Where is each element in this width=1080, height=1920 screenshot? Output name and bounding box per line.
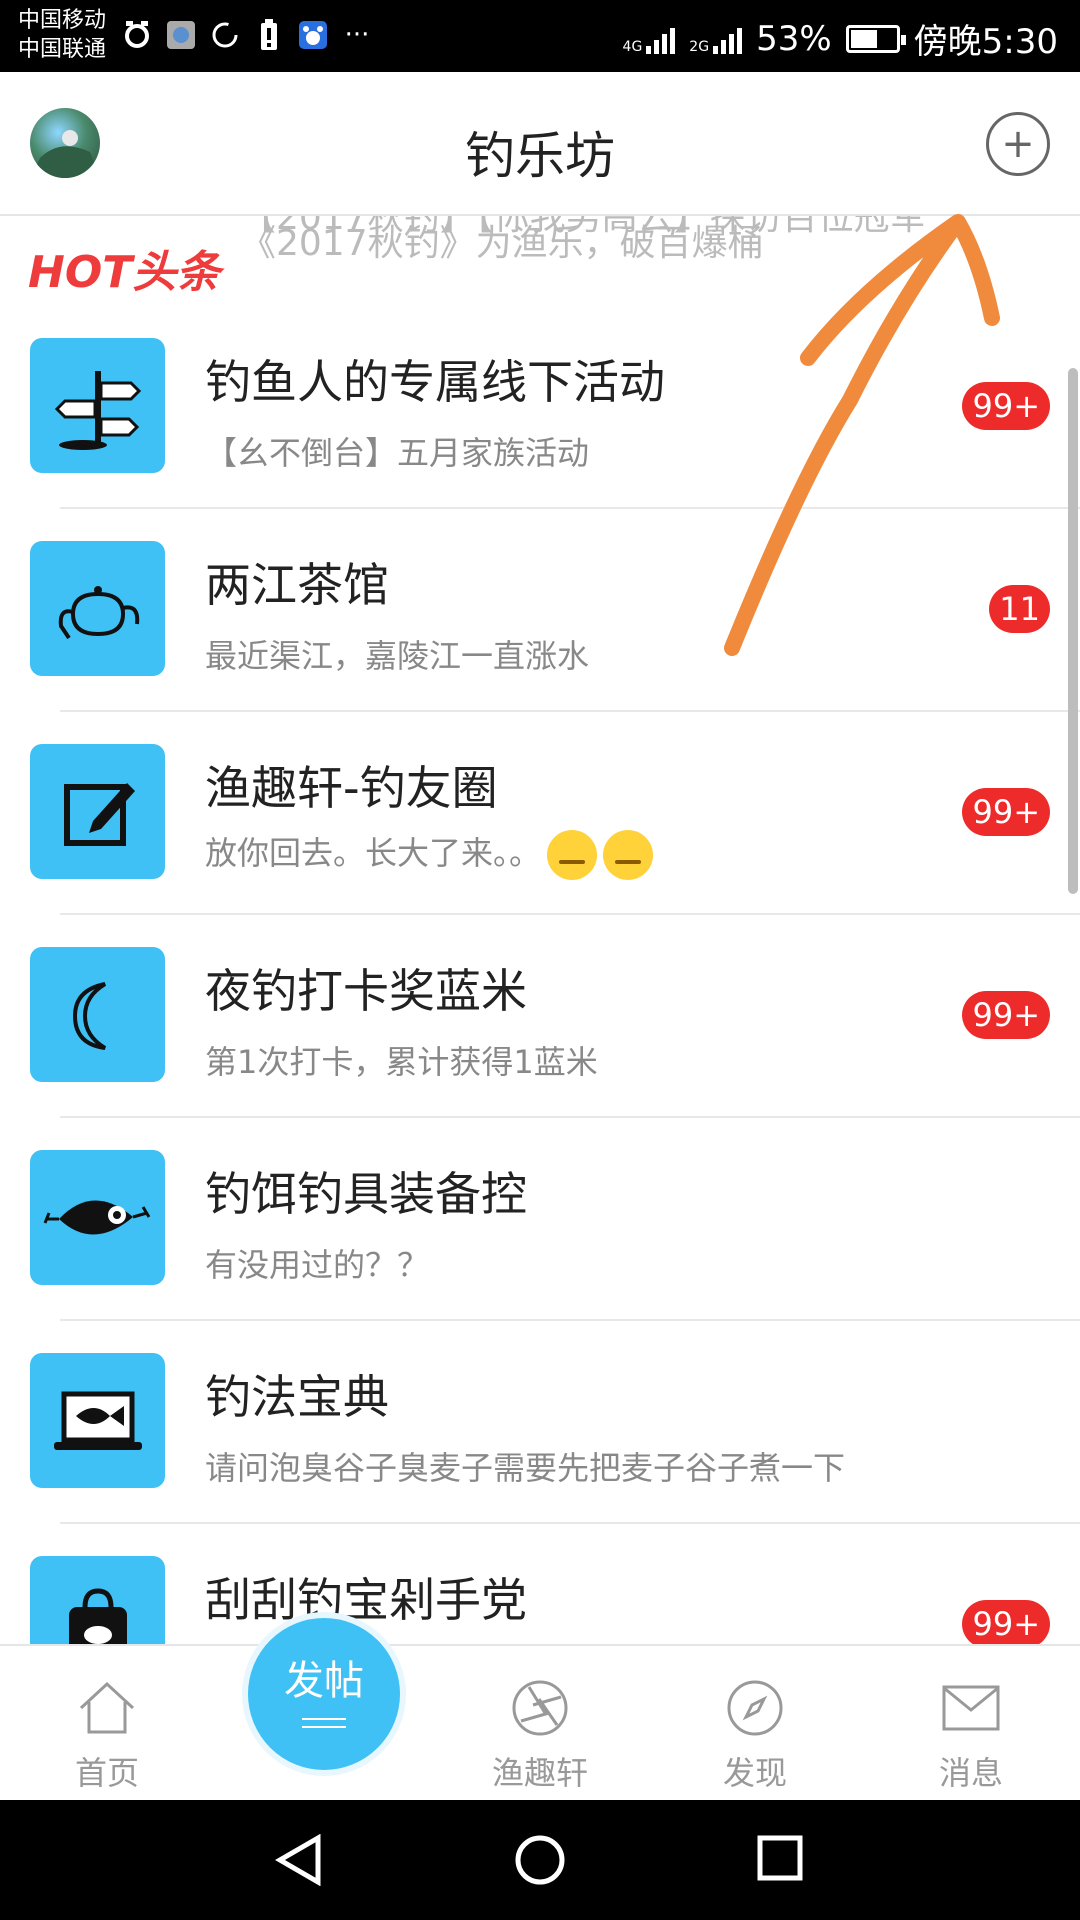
unread-badge: 99+ <box>962 1600 1050 1644</box>
network-2-label: 2G <box>689 38 710 55</box>
item-subtitle: 放你回去。长大了来。。 <box>205 828 654 880</box>
baidu-icon <box>298 18 328 52</box>
post-button[interactable]: 发帖 <box>242 1612 406 1776</box>
signal-bars-2-icon <box>713 24 743 54</box>
headline-ticker[interactable]: 【2017秋钓】【你我男高云】探访百位冠军 《2017秋钓》为渔乐，破百爆桶 <box>240 216 1080 268</box>
tab-messages-label: 消息 <box>938 1754 1003 1792</box>
mail-icon <box>906 1676 1036 1740</box>
carrier-1: 中国移动 <box>18 8 107 33</box>
list-item[interactable]: 刮刮钓宝剁手党 99+ <box>30 1524 1080 1644</box>
carrier-2: 中国联通 <box>18 37 107 62</box>
sync-icon <box>210 18 240 52</box>
alarm-icon <box>122 18 152 52</box>
teapot-icon <box>30 541 165 676</box>
tab-yuquxuan[interactable]: 渔趣轩 <box>475 1676 605 1794</box>
aperture-icon <box>475 1676 605 1740</box>
unread-badge: 99+ <box>962 382 1050 430</box>
carrier-names: 中国移动 中国联通 <box>18 6 106 64</box>
laptop-fish-icon <box>30 1353 165 1488</box>
item-subtitle: 最近渠江，嘉陵江一直涨水 <box>205 637 590 675</box>
edit-icon <box>30 744 165 879</box>
menu-lines-icon <box>302 1718 346 1720</box>
status-bar: 中国移动 中国联通 ··· 4G 2G 53% 傍晚5:30 <box>0 0 1080 72</box>
bag-icon <box>30 1556 165 1644</box>
list-item[interactable]: 钓法宝典 请问泡臭谷子臭麦子需要先把麦子谷子煮一下 <box>30 1321 1080 1524</box>
battery-alert-icon <box>254 18 284 52</box>
network-1-label: 4G <box>622 38 643 55</box>
list-item[interactable]: 夜钓打卡奖蓝米 第1次打卡，累计获得1蓝米 99+ <box>30 915 1080 1118</box>
unread-badge: 99+ <box>962 991 1050 1039</box>
scrollbar[interactable] <box>1068 368 1078 894</box>
status-right: 4G 2G 53% 傍晚5:30 <box>623 14 1058 63</box>
compass-icon <box>690 1676 820 1740</box>
app-notification-icon <box>166 18 196 52</box>
tab-discover-label: 发现 <box>722 1754 787 1792</box>
hot-logo: HOT头条 <box>28 247 221 298</box>
list-item[interactable]: 渔趣轩-钓友圈 放你回去。长大了来。。 99+ <box>30 712 1080 915</box>
list-item[interactable]: 钓饵钓具装备控 有没用过的？？ <box>30 1118 1080 1321</box>
battery-percent: 53% <box>756 18 832 59</box>
clock: 傍晚5:30 <box>913 22 1058 62</box>
home-icon <box>42 1676 172 1740</box>
signpost-icon <box>30 338 165 473</box>
smirk-emoji-icon <box>603 830 654 880</box>
signal-1: 4G <box>623 24 676 54</box>
tab-home[interactable]: 首页 <box>42 1676 172 1794</box>
plus-circle-icon: + <box>1001 121 1035 167</box>
item-title: 两江茶馆 <box>205 558 389 612</box>
home-circle-icon[interactable] <box>514 1834 566 1886</box>
menu-lines-icon-line <box>302 1726 346 1728</box>
signal-2: 2G <box>689 24 743 55</box>
back-icon[interactable] <box>274 1834 324 1886</box>
add-button[interactable]: + <box>986 112 1050 176</box>
battery-icon <box>845 24 906 53</box>
post-button-label: 发帖 <box>284 1658 364 1704</box>
lure-icon <box>30 1150 165 1285</box>
page-title: 钓乐坊 <box>465 127 615 185</box>
headline-2[interactable]: 《2017秋钓》为渔乐，破百爆桶 <box>240 220 1080 268</box>
unread-badge: 11 <box>989 585 1050 633</box>
item-subtitle: 【幺不倒台】五月家族活动 <box>205 434 590 472</box>
item-title: 渔趣轩-钓友圈 <box>205 761 498 815</box>
tab-home-label: 首页 <box>74 1754 139 1792</box>
item-subtitle: 有没用过的？？ <box>205 1246 430 1284</box>
hot-headlines[interactable]: HOT头条 【2017秋钓】【你我男高云】探访百位冠军 《2017秋钓》为渔乐，… <box>0 216 1080 306</box>
unread-badge: 99+ <box>962 788 1050 836</box>
item-title: 钓法宝典 <box>205 1370 389 1424</box>
list-item[interactable]: 钓鱼人的专属线下活动 【幺不倒台】五月家族活动 99+ <box>30 306 1080 509</box>
item-subtitle-text: 放你回去。长大了来。。 <box>205 834 542 872</box>
bottom-tab-bar: 首页 渔趣轩 发现 消息 <box>0 1644 1080 1800</box>
item-subtitle: 第1次打卡，累计获得1蓝米 <box>205 1043 598 1081</box>
app-header: 钓乐坊 + <box>0 72 1080 216</box>
notification-icons: ··· <box>122 18 372 52</box>
list-item[interactable]: 两江茶馆 最近渠江，嘉陵江一直涨水 11 <box>30 509 1080 712</box>
item-title: 夜钓打卡奖蓝米 <box>205 964 527 1018</box>
recents-icon[interactable] <box>756 1834 804 1882</box>
moon-icon <box>30 947 165 1082</box>
system-nav-bar <box>0 1800 1080 1920</box>
forum-list: 钓鱼人的专属线下活动 【幺不倒台】五月家族活动 99+ 两江茶馆 最近渠江，嘉陵… <box>0 306 1080 1644</box>
tab-discover[interactable]: 发现 <box>690 1676 820 1794</box>
signal-bars-1-icon <box>646 24 676 54</box>
tab-yuquxuan-label: 渔趣轩 <box>491 1754 588 1792</box>
more-notifications-icon: ··· <box>344 20 370 50</box>
item-title: 刮刮钓宝剁手党 <box>205 1573 527 1627</box>
smirk-emoji-icon <box>547 830 598 880</box>
item-subtitle: 请问泡臭谷子臭麦子需要先把麦子谷子煮一下 <box>205 1449 846 1487</box>
tab-messages[interactable]: 消息 <box>906 1676 1036 1794</box>
item-title: 钓鱼人的专属线下活动 <box>205 355 665 409</box>
item-title: 钓饵钓具装备控 <box>205 1167 527 1221</box>
